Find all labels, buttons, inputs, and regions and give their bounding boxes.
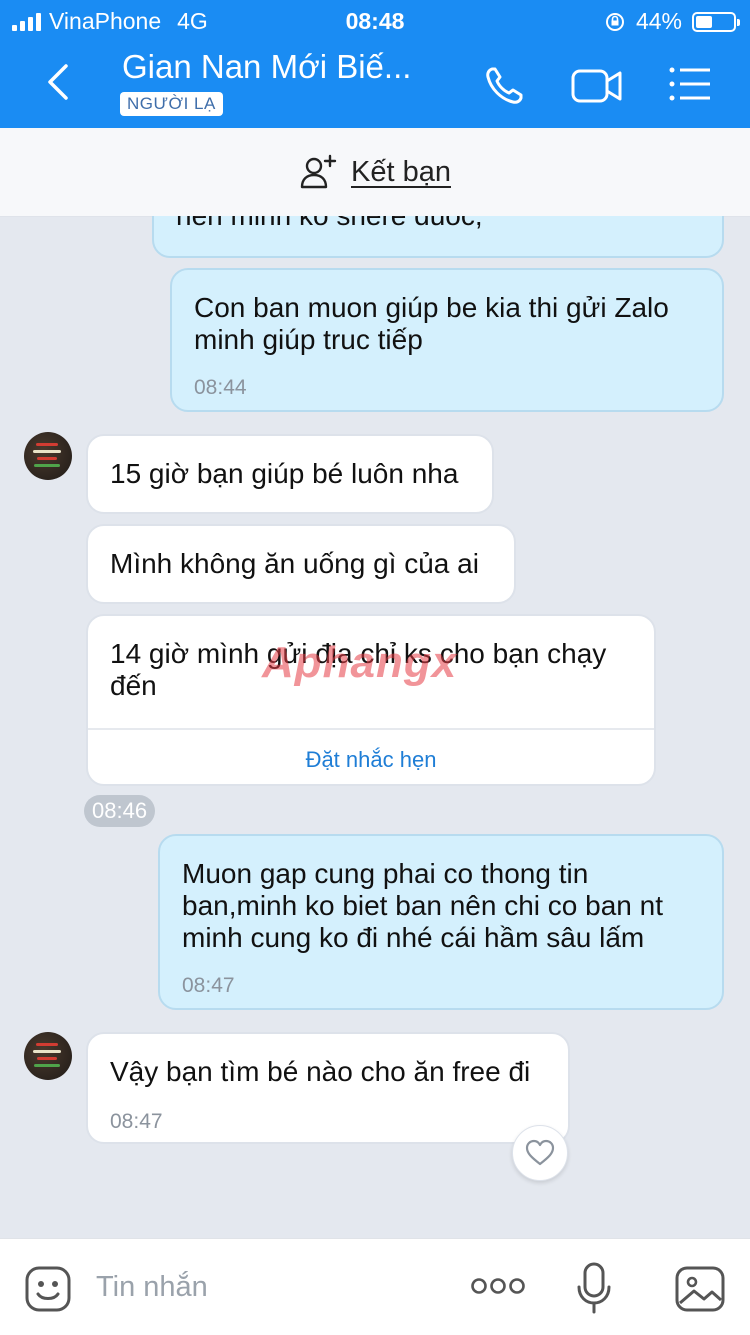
menu-list-icon[interactable]: [668, 64, 712, 104]
set-reminder-button[interactable]: Đặt nhắc hẹn: [88, 744, 654, 776]
add-friend-bar[interactable]: Kết bạn: [0, 128, 750, 217]
add-friend-label[interactable]: Kết bạn: [351, 156, 451, 189]
message-bubble-theirs[interactable]: 14 giờ mình gửi địa chỉ ks cho bạn chạy …: [86, 614, 656, 786]
message-time: 08:47: [182, 974, 235, 997]
message-text: 14 giờ mình gửi địa chỉ ks cho bạn chạy …: [110, 638, 607, 701]
phone-icon[interactable]: [482, 64, 526, 108]
message-text: 15 giờ bạn giúp bé luôn nha: [110, 458, 459, 489]
sender-avatar[interactable]: [24, 1032, 72, 1080]
bubble-divider: [88, 728, 654, 730]
battery-percent: 44%: [635, 8, 682, 34]
back-icon[interactable]: [38, 62, 78, 102]
message-text: hen minh ko shere duoc,: [176, 216, 704, 232]
message-text: Con ban muon giúp be kia thi gửi Zalo mi…: [194, 292, 669, 355]
sender-avatar[interactable]: [24, 432, 72, 480]
image-icon[interactable]: [674, 1265, 726, 1313]
message-bubble-mine[interactable]: Con ban muon giúp be kia thi gửi Zalo mi…: [170, 268, 724, 412]
status-right: 44%: [604, 8, 740, 35]
chat-header: VinaPhone 4G 08:48 44% Gian Nan Mới Biế.…: [0, 0, 750, 128]
message-bubble-mine[interactable]: hen minh ko shere duoc,: [152, 216, 724, 258]
message-bubble-mine[interactable]: Muon gap cung phai co thong tin ban,minh…: [158, 834, 724, 1010]
rotation-lock-icon: [605, 12, 624, 31]
message-bubble-theirs[interactable]: Mình không ăn uống gì của ai: [86, 524, 516, 604]
stranger-tag: NGƯỜI LẠ: [120, 92, 223, 116]
microphone-icon[interactable]: [576, 1261, 612, 1315]
message-text: Muon gap cung phai co thong tin ban,minh…: [182, 858, 664, 953]
message-text: Vậy bạn tìm bé nào cho ăn free đi: [110, 1056, 531, 1087]
message-input[interactable]: Tin nhắn: [96, 1271, 208, 1304]
chat-title[interactable]: Gian Nan Mới Biế...: [122, 48, 411, 86]
more-icon[interactable]: [470, 1277, 526, 1295]
chat-area[interactable]: hen minh ko shere duoc, Con ban muon giú…: [0, 216, 750, 1238]
message-bubble-theirs[interactable]: Vậy bạn tìm bé nào cho ăn free đi 08:47: [86, 1032, 570, 1144]
message-time: 08:47: [110, 1110, 163, 1133]
react-heart-button[interactable]: [512, 1125, 568, 1181]
emoji-icon[interactable]: [24, 1265, 72, 1313]
add-friend-icon: [300, 154, 337, 189]
message-text: Mình không ăn uống gì của ai: [110, 548, 479, 579]
video-call-icon[interactable]: [570, 64, 624, 108]
battery-fill: [696, 15, 712, 28]
message-time: 08:44: [194, 376, 247, 399]
message-bubble-theirs[interactable]: 15 giờ bạn giúp bé luôn nha: [86, 434, 494, 514]
time-pill: 08:46: [84, 795, 156, 827]
message-input-bar: Tin nhắn: [0, 1238, 750, 1335]
status-bar: VinaPhone 4G 08:48 44%: [0, 0, 750, 40]
battery-icon: [692, 11, 740, 32]
heart-icon: [525, 1139, 555, 1166]
